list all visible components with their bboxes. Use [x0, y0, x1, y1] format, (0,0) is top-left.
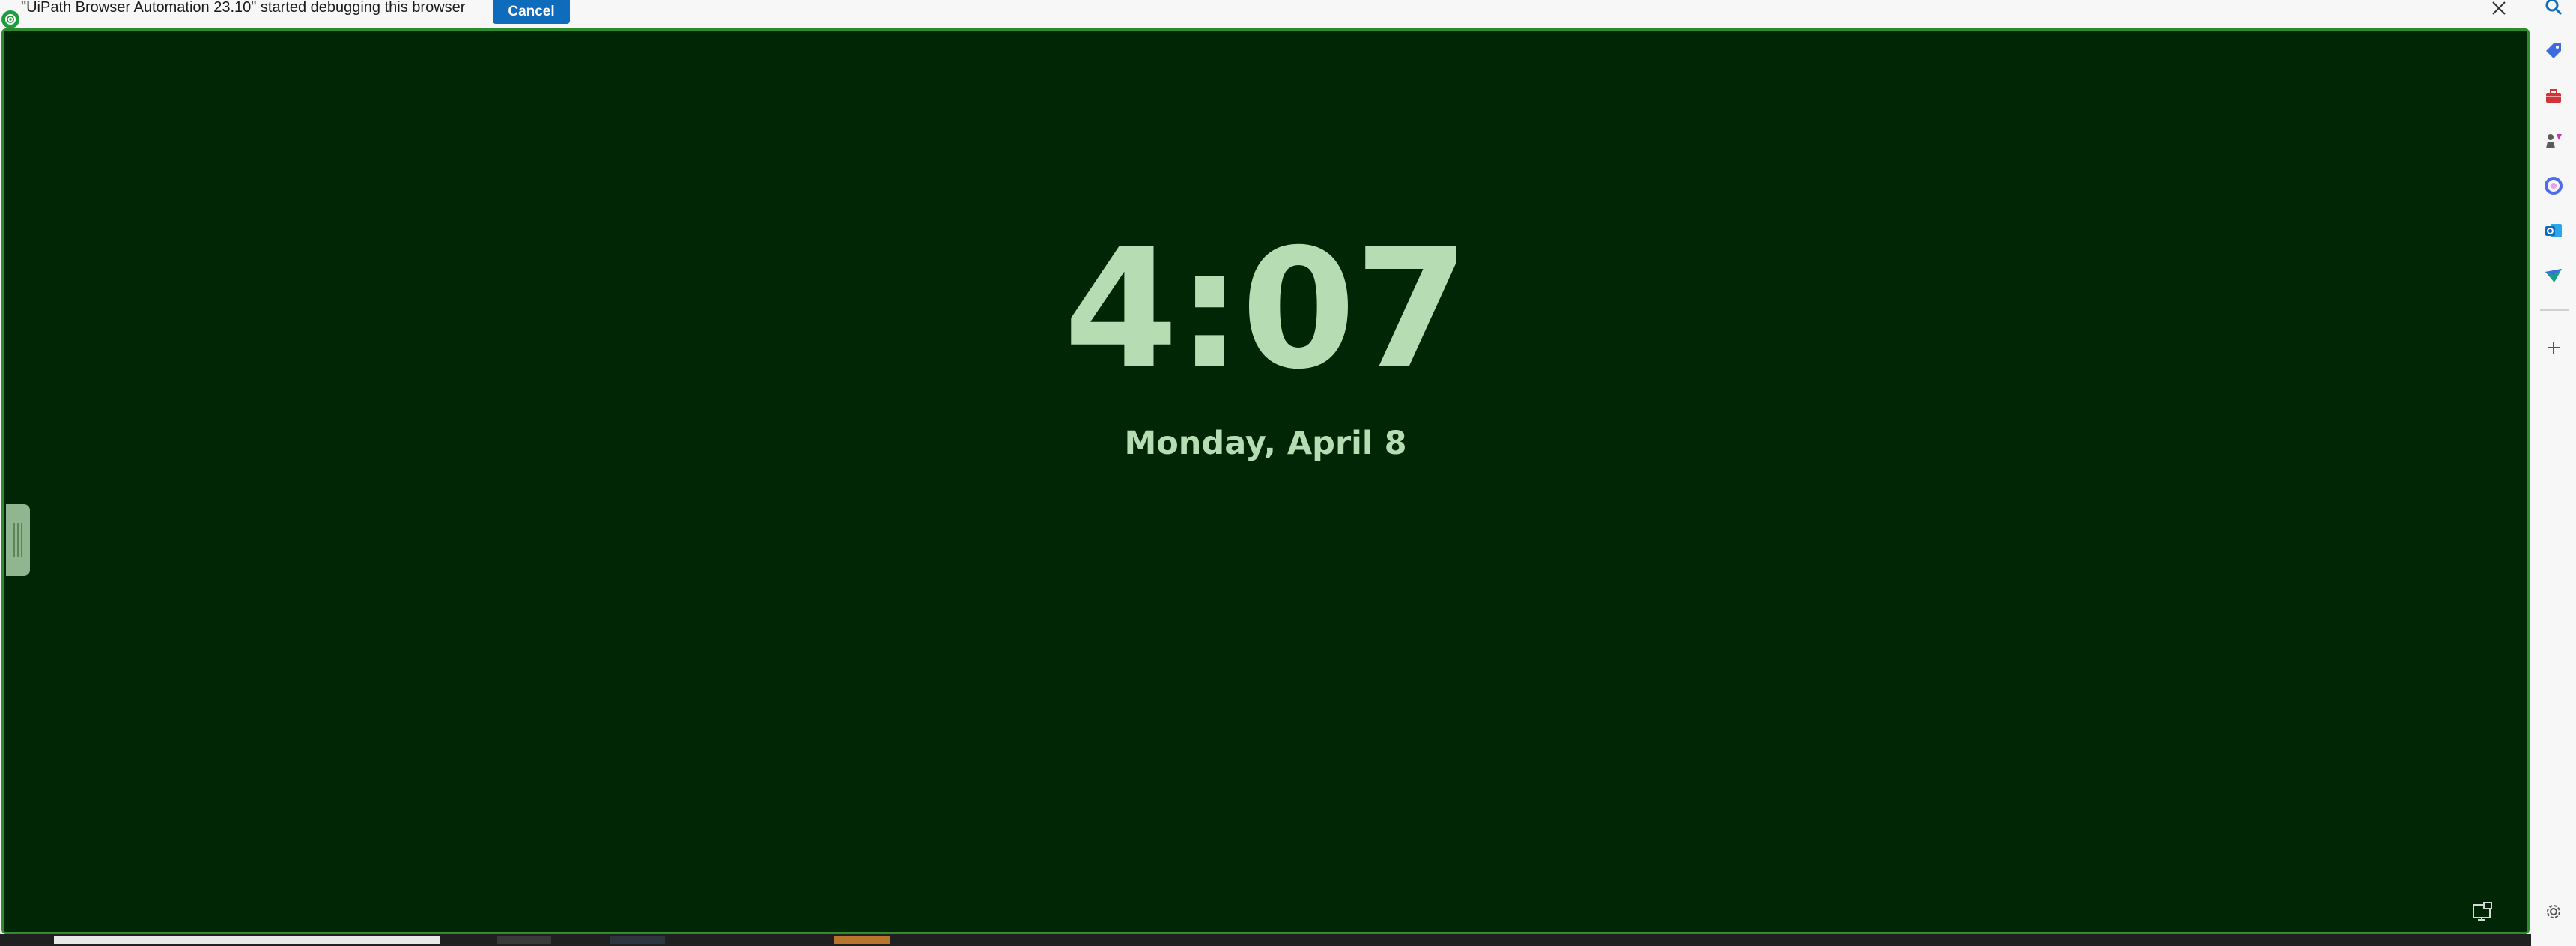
uipath-icon	[1, 10, 19, 28]
debug-infobar: "UiPath Browser Automation 23.10" starte…	[0, 0, 2531, 28]
drop-icon[interactable]	[2541, 263, 2566, 288]
sidebar-divider	[2540, 309, 2569, 311]
taskbar-app[interactable]	[610, 936, 665, 944]
taskbar-app[interactable]	[497, 936, 551, 944]
taskbar-app[interactable]	[834, 936, 890, 944]
taskbar-search-box[interactable]	[54, 936, 440, 944]
outlook-icon[interactable]	[2541, 218, 2566, 243]
lockscreen-panel: 4:07 Monday, April 8	[1, 28, 2530, 934]
search-icon[interactable]	[2541, 0, 2566, 19]
picture-in-picture-icon[interactable]	[2470, 900, 2496, 925]
tools-icon[interactable]	[2541, 83, 2566, 109]
edge-sidebar	[2531, 0, 2576, 946]
debug-message: "UiPath Browser Automation 23.10" starte…	[21, 0, 466, 16]
games-icon[interactable]	[2541, 128, 2566, 154]
lockscreen-time: 4:07	[1063, 213, 1468, 405]
add-icon[interactable]	[2541, 335, 2566, 360]
browser-window: "UiPath Browser Automation 23.10" starte…	[0, 0, 2576, 946]
lockscreen-date: Monday, April 8	[1124, 425, 1407, 462]
close-icon[interactable]	[2488, 0, 2510, 19]
settings-icon[interactable]	[2541, 899, 2566, 924]
shopping-tag-icon[interactable]	[2541, 38, 2566, 64]
cancel-button[interactable]: Cancel	[493, 0, 570, 24]
copilot-icon[interactable]	[2541, 173, 2566, 198]
drag-handle-icon[interactable]	[6, 504, 30, 576]
taskbar	[0, 934, 2531, 946]
